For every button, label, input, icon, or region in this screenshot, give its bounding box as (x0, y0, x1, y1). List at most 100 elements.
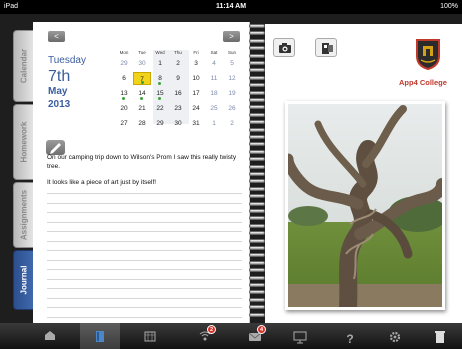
calendar-day[interactable]: 1 (205, 117, 223, 130)
notification-badge: 2 (207, 325, 216, 334)
calendar-day[interactable]: 20 (115, 102, 133, 115)
tab-homework[interactable]: Homework (13, 104, 33, 180)
spiral-ring (249, 275, 265, 280)
calendar-day[interactable]: 5 (223, 57, 241, 70)
calendar-day[interactable]: 21 (133, 102, 151, 115)
photo-gallery-icon (322, 43, 333, 54)
tab-bar-home-button[interactable] (30, 323, 70, 349)
diary-icon (96, 331, 104, 342)
tab-homework-label: Homework (19, 121, 28, 163)
prev-month-button[interactable]: < (48, 31, 65, 42)
college-name: App4 College (399, 78, 447, 87)
tab-bar-messages-button[interactable]: 4 (235, 323, 275, 349)
tab-journal[interactable]: Journal (13, 250, 33, 310)
calendar-day[interactable]: 30 (169, 117, 187, 130)
calendar-day[interactable]: 17 (187, 87, 205, 100)
settings-icon (389, 331, 401, 343)
spiral-ring (249, 46, 265, 51)
tab-bar-broadcast-button[interactable]: 2 (185, 323, 225, 349)
ruled-line (47, 288, 242, 289)
spiral-ring (249, 38, 265, 43)
calendar-day[interactable]: 3 (187, 57, 205, 70)
journal-entry-line-2[interactable]: It looks like a piece of art just by its… (47, 179, 156, 186)
spiral-ring (249, 164, 265, 169)
calendar-day[interactable]: 15 (151, 87, 169, 100)
calendar-day[interactable]: 4 (205, 57, 223, 70)
calendar-day[interactable]: 16 (169, 87, 187, 100)
spiral-ring (249, 253, 265, 258)
ruled-line (47, 212, 242, 213)
calendar-day[interactable]: 2 (169, 57, 187, 70)
ruled-line (47, 221, 242, 223)
gallery-button[interactable] (315, 38, 337, 57)
tab-journal-label: Journal (19, 265, 28, 295)
calendar-day[interactable]: 9 (169, 72, 187, 85)
spiral-ring (249, 31, 265, 36)
calendar-day[interactable]: 12 (223, 72, 241, 85)
status-bar: iPad 11:14 AM 100% (0, 0, 462, 14)
tab-bar-diary-button[interactable] (80, 323, 120, 349)
ruled-line (47, 250, 242, 251)
selected-weekday: Tuesday (48, 55, 86, 66)
help-icon: ? (346, 332, 353, 346)
calendar-day[interactable]: 29 (115, 57, 133, 70)
selected-month: May (48, 86, 68, 97)
presentation-icon (293, 331, 307, 344)
calendar-day[interactable]: 29 (151, 117, 169, 130)
ruled-line (47, 231, 242, 232)
tab-assignments[interactable]: Assignments (13, 182, 33, 248)
calendar-day[interactable]: 7 (133, 72, 151, 85)
calendar-day[interactable]: 31 (187, 117, 205, 130)
calendar-day[interactable]: 25 (205, 102, 223, 115)
next-month-button[interactable]: > (223, 31, 240, 42)
spiral-ring (249, 83, 265, 88)
tab-bar-presentation-button[interactable] (280, 323, 320, 349)
tab-bar-help-button[interactable]: ? (330, 323, 370, 349)
calendar-day[interactable]: 6 (115, 72, 133, 85)
calendar-day[interactable]: 1 (151, 57, 169, 70)
battery-label: 100% (440, 3, 458, 10)
calendar-day[interactable]: 27 (115, 117, 133, 130)
journal-photo[interactable] (285, 101, 445, 310)
spiral-ring (249, 112, 265, 117)
calendar-day[interactable]: 24 (187, 102, 205, 115)
calendar-day[interactable]: 19 (223, 87, 241, 100)
camera-button[interactable] (273, 38, 295, 57)
spiral-ring (249, 223, 265, 228)
calendar-day[interactable]: 26 (223, 102, 241, 115)
calendar-day[interactable]: 13 (115, 87, 133, 100)
calendar-day[interactable]: 28 (133, 117, 151, 130)
camera-icon (279, 43, 291, 53)
spiral-ring (249, 142, 265, 147)
spiral-ring (249, 238, 265, 243)
weekday-header: Thu (174, 50, 182, 55)
spiral-ring (249, 246, 265, 250)
spiral-ring (249, 98, 265, 102)
calendar-day[interactable]: 2 (223, 117, 241, 130)
ruled-line (47, 202, 242, 204)
trash-icon (435, 331, 445, 343)
spiral-ring (249, 157, 265, 162)
calendar-day[interactable]: 30 (133, 57, 151, 70)
selected-day: 7th (48, 68, 71, 85)
spiral-ring (249, 90, 265, 95)
tab-bar-calendar-grid-button[interactable] (130, 323, 170, 349)
calendar-day[interactable]: 11 (205, 72, 223, 85)
calendar-day[interactable]: 8 (151, 72, 169, 85)
calendar-day[interactable]: 23 (169, 102, 187, 115)
journal-entry-line-1[interactable]: On our camping trip down to Wilson's Pro… (47, 153, 245, 171)
calendar-day[interactable]: 14 (133, 87, 151, 100)
clock: 11:14 AM (215, 3, 247, 10)
tab-calendar[interactable]: Calendar (13, 30, 33, 102)
weekday-header: Sat (210, 50, 218, 55)
calendar-day[interactable]: 10 (187, 72, 205, 85)
calendar-day[interactable]: 22 (151, 102, 169, 115)
tab-bar-trash-button[interactable] (420, 323, 460, 349)
spiral-ring (249, 290, 265, 295)
weekday-header: Sun (227, 50, 236, 55)
tab-bar-settings-button[interactable] (375, 323, 415, 349)
spiral-ring (249, 231, 265, 236)
calendar-day[interactable]: 18 (205, 87, 223, 100)
spiral-ring (249, 24, 265, 28)
weekday-header: Tue (138, 50, 146, 55)
